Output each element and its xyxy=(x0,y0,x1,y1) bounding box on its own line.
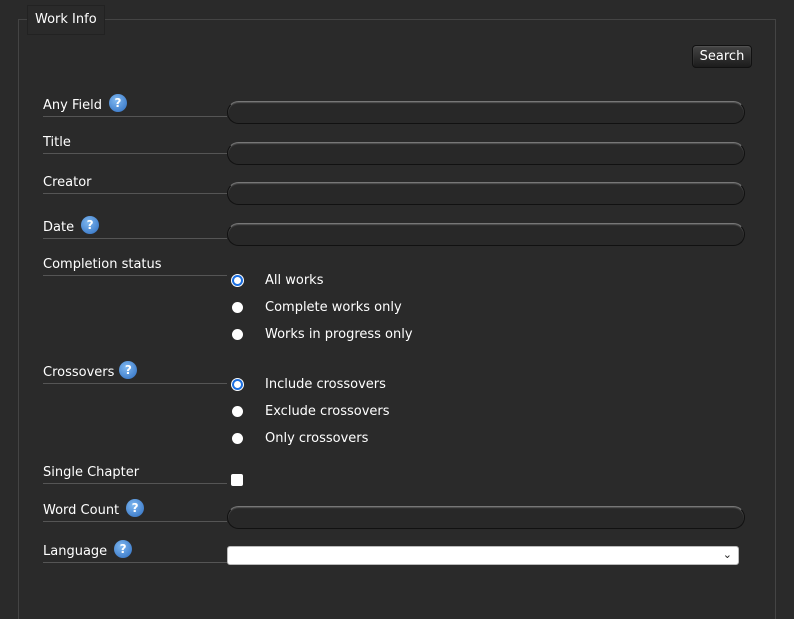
date-label-text: Date xyxy=(43,220,75,235)
crossover-radio-include[interactable] xyxy=(232,378,243,390)
single-chapter-label-text: Single Chapter xyxy=(43,465,140,480)
creator-input[interactable] xyxy=(227,182,745,205)
date-help-icon[interactable]: ? xyxy=(81,216,100,234)
crossover-option-only[interactable]: Only crossovers xyxy=(232,429,368,447)
crossover-radio-exclude[interactable] xyxy=(232,405,243,417)
title-input[interactable] xyxy=(227,142,745,165)
language-label: Language ? xyxy=(43,540,227,563)
date-label: Date ? xyxy=(43,216,227,239)
language-select[interactable]: ⌄ xyxy=(227,546,739,565)
crossover-option-exclude[interactable]: Exclude crossovers xyxy=(232,402,390,420)
crossovers-label: Crossovers ? xyxy=(43,361,227,384)
completion-option-label: All works xyxy=(265,272,324,288)
completion-radio-all[interactable] xyxy=(232,274,243,286)
crossover-option-label: Exclude crossovers xyxy=(265,403,390,419)
completion-option-in-progress[interactable]: Works in progress only xyxy=(232,325,413,343)
title-label-text: Title xyxy=(43,135,71,150)
creator-label: Creator xyxy=(43,173,227,194)
title-label: Title xyxy=(43,133,227,154)
completion-status-label: Completion status xyxy=(43,255,227,276)
any-field-help-icon[interactable]: ? xyxy=(108,94,127,112)
completion-option-all[interactable]: All works xyxy=(232,271,323,289)
creator-label-text: Creator xyxy=(43,175,92,190)
crossover-radio-only[interactable] xyxy=(232,432,243,444)
crossovers-help-icon[interactable]: ? xyxy=(119,361,138,379)
date-input[interactable] xyxy=(227,223,745,246)
chevron-down-icon: ⌄ xyxy=(722,548,732,561)
word-count-help-icon[interactable]: ? xyxy=(126,499,145,517)
single-chapter-checkbox[interactable] xyxy=(231,474,243,486)
work-info-legend: Work Info xyxy=(27,5,105,35)
any-field-label-text: Any Field xyxy=(43,98,102,113)
any-field-input[interactable] xyxy=(227,101,745,124)
crossovers-label-text: Crossovers xyxy=(43,365,115,380)
any-field-label: Any Field ? xyxy=(43,94,227,117)
crossover-option-label: Include crossovers xyxy=(265,376,386,392)
completion-radio-complete[interactable] xyxy=(232,301,243,313)
completion-option-label: Complete works only xyxy=(265,299,402,315)
single-chapter-label: Single Chapter xyxy=(43,463,227,484)
completion-option-label: Works in progress only xyxy=(265,326,413,342)
language-help-icon[interactable]: ? xyxy=(114,540,133,558)
crossover-option-include[interactable]: Include crossovers xyxy=(232,375,386,393)
completion-option-complete[interactable]: Complete works only xyxy=(232,298,402,316)
crossover-option-label: Only crossovers xyxy=(265,430,369,446)
word-count-label-text: Word Count xyxy=(43,503,120,518)
word-count-label: Word Count ? xyxy=(43,499,227,522)
language-label-text: Language xyxy=(43,544,108,559)
word-count-input[interactable] xyxy=(227,506,745,529)
completion-status-label-text: Completion status xyxy=(43,257,162,272)
search-button[interactable]: Search xyxy=(692,45,752,68)
completion-radio-in-progress[interactable] xyxy=(232,328,243,340)
